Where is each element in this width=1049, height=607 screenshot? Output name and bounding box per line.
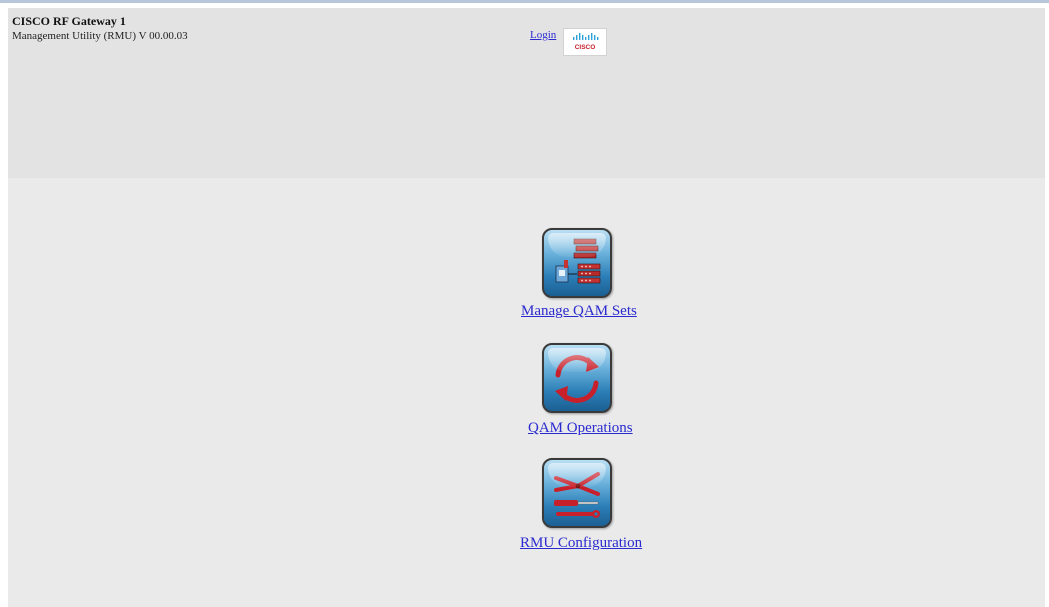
login-link[interactable]: Login <box>530 29 556 41</box>
app-title: CISCO RF Gateway 1 <box>12 14 126 28</box>
rmu-configuration-link[interactable]: RMU Configuration <box>520 535 642 552</box>
rmu-configuration-icon[interactable] <box>542 458 612 528</box>
header: CISCO RF Gateway 1 Management Utility (R… <box>8 8 1045 178</box>
cisco-logo: CISCO <box>563 28 607 56</box>
qam-operations-link[interactable]: QAM Operations <box>528 420 633 437</box>
page-frame: CISCO RF Gateway 1 Management Utility (R… <box>8 8 1045 607</box>
app-version: Management Utility (RMU) V 00.00.03 <box>12 30 188 42</box>
manage-qam-sets-link[interactable]: Manage QAM Sets <box>521 303 637 320</box>
cisco-logo-text: CISCO <box>575 44 596 51</box>
qam-operations-icon[interactable] <box>542 343 612 413</box>
manage-qam-sets-icon[interactable] <box>542 228 612 298</box>
top-border <box>0 0 1049 3</box>
